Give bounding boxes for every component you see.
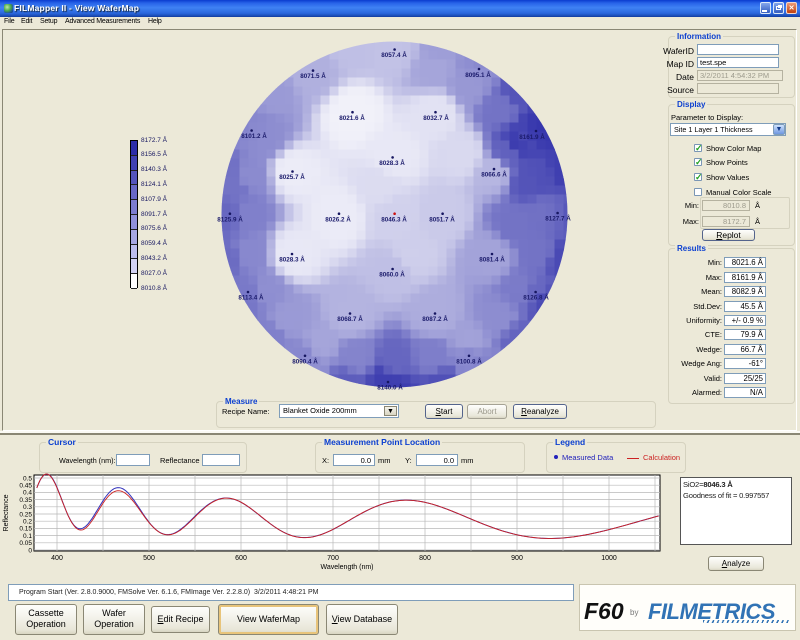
svg-text:8046.3 Å: 8046.3 Å: [381, 214, 407, 223]
svg-text:0.15: 0.15: [19, 526, 32, 533]
svg-text:8021.6 Å: 8021.6 Å: [339, 113, 365, 122]
svg-text:0.4: 0.4: [23, 490, 32, 497]
svg-text:0.45: 0.45: [19, 483, 32, 490]
svg-text:8090.4 Å: 8090.4 Å: [292, 356, 318, 365]
svg-text:8127.7 Å: 8127.7 Å: [545, 213, 571, 222]
svg-text:0.2: 0.2: [23, 519, 32, 526]
svg-text:8087.2 Å: 8087.2 Å: [422, 314, 448, 323]
svg-text:8100.8 Å: 8100.8 Å: [456, 356, 482, 365]
svg-text:Wavelength (nm): Wavelength (nm): [320, 564, 373, 571]
svg-text:500: 500: [143, 555, 155, 562]
svg-text:0.05: 0.05: [19, 540, 32, 547]
svg-text:8066.6 Å: 8066.6 Å: [481, 169, 507, 178]
svg-text:8101.2 Å: 8101.2 Å: [241, 131, 267, 140]
svg-text:8140.0 Å: 8140.0 Å: [377, 382, 403, 391]
svg-text:0: 0: [28, 547, 32, 554]
svg-text:8025.7 Å: 8025.7 Å: [279, 172, 305, 181]
svg-text:8051.7 Å: 8051.7 Å: [429, 214, 455, 223]
svg-text:8113.4 Å: 8113.4 Å: [238, 292, 264, 301]
svg-text:Reflectance: Reflectance: [3, 494, 10, 531]
svg-text:0.5: 0.5: [23, 475, 32, 482]
svg-text:0.1: 0.1: [23, 533, 32, 540]
svg-text:8028.3 Å: 8028.3 Å: [279, 254, 305, 263]
svg-text:1000: 1000: [601, 555, 617, 562]
svg-text:8060.0 Å: 8060.0 Å: [379, 269, 405, 278]
svg-text:0.3: 0.3: [23, 504, 32, 511]
svg-text:700: 700: [327, 555, 339, 562]
svg-text:8071.5 Å: 8071.5 Å: [300, 71, 326, 80]
svg-text:8126.8 Å: 8126.8 Å: [523, 292, 549, 301]
svg-text:0.25: 0.25: [19, 511, 32, 518]
svg-text:8068.7 Å: 8068.7 Å: [337, 314, 363, 323]
svg-text:8057.4 Å: 8057.4 Å: [381, 50, 407, 59]
svg-text:8032.7 Å: 8032.7 Å: [423, 113, 449, 122]
svg-text:8028.3 Å: 8028.3 Å: [379, 158, 405, 167]
svg-text:8026.2 Å: 8026.2 Å: [325, 214, 351, 223]
svg-text:8095.1 Å: 8095.1 Å: [465, 70, 491, 79]
svg-text:600: 600: [235, 555, 247, 562]
svg-text:8081.4 Å: 8081.4 Å: [479, 254, 505, 263]
svg-text:400: 400: [51, 555, 63, 562]
svg-text:8161.9 Å: 8161.9 Å: [519, 132, 545, 141]
svg-text:800: 800: [419, 555, 431, 562]
svg-text:0.35: 0.35: [19, 497, 32, 504]
svg-text:900: 900: [511, 555, 523, 562]
svg-text:8125.9 Å: 8125.9 Å: [217, 214, 243, 223]
